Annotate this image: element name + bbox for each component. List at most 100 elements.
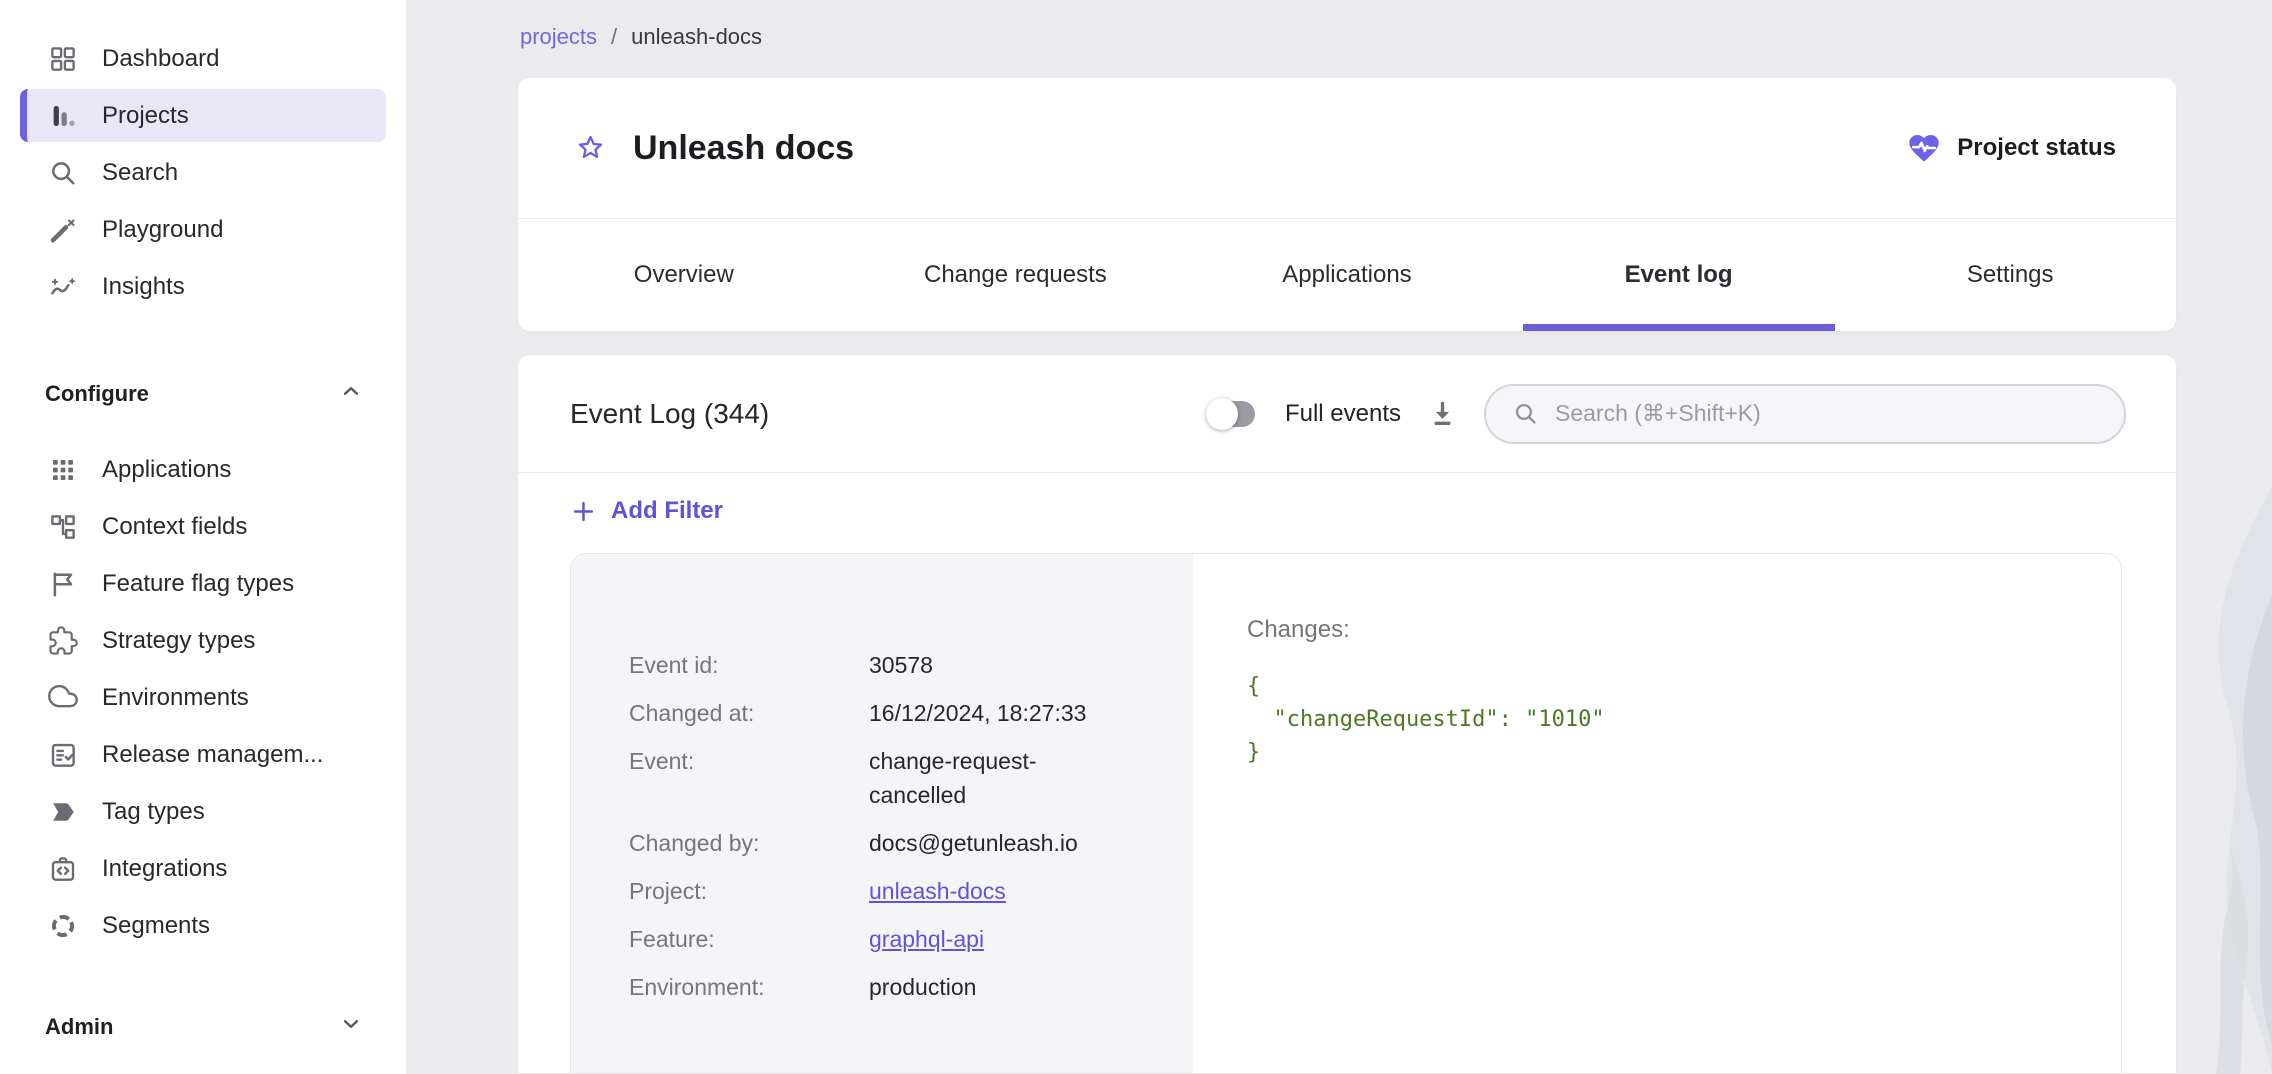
event-search-field[interactable] <box>1484 384 2126 444</box>
tab-label: Settings <box>1967 261 2054 289</box>
event-changes-panel: Changes: { "changeRequestId": "1010" } <box>1193 554 2121 1073</box>
event-log-controls: Full events <box>1209 384 2126 444</box>
sidebar-section-configure[interactable]: Configure <box>0 373 406 415</box>
field-value: production <box>869 970 1121 1004</box>
event-search-input[interactable] <box>1555 400 2098 427</box>
sidebar-item-search[interactable]: Search <box>0 144 406 201</box>
tab-label: Event log <box>1625 261 1733 289</box>
toggle-knob <box>1206 398 1238 430</box>
sidebar-item-strategy-types[interactable]: Strategy types <box>0 612 406 669</box>
sidebar-item-label: Environments <box>102 684 249 712</box>
wand-icon <box>48 215 78 245</box>
sidebar-item-label: Strategy types <box>102 627 255 655</box>
sidebar-item-environments[interactable]: Environments <box>0 669 406 726</box>
event-meta-panel: Event id: 30578 Changed at: 16/12/2024, … <box>571 554 1193 1073</box>
breadcrumb-current: unleash-docs <box>631 24 762 50</box>
app-root: Dashboard Projects Search Playground Ins <box>0 0 2272 1074</box>
projects-icon <box>48 101 78 131</box>
add-filter-button[interactable]: Add Filter <box>570 497 723 525</box>
tab-change-requests[interactable]: Change requests <box>850 219 1182 331</box>
event-field-row: Event id: 30578 <box>629 648 1153 682</box>
active-tab-indicator <box>1523 324 1835 331</box>
tag-icon <box>48 797 78 827</box>
dashboard-icon <box>48 44 78 74</box>
sidebar: Dashboard Projects Search Playground Ins <box>0 0 406 1074</box>
event-field-row: Project: unleash-docs <box>629 874 1153 908</box>
project-header-card: Unleash docs Project status Overview Cha… <box>518 78 2176 331</box>
page-title: Unleash docs <box>633 129 854 168</box>
tab-label: Overview <box>634 261 734 289</box>
sidebar-item-label: Search <box>102 159 178 187</box>
sidebar-item-segments[interactable]: Segments <box>0 897 406 954</box>
breadcrumb-separator: / <box>611 24 617 50</box>
tab-event-log[interactable]: Event log <box>1513 219 1845 331</box>
applications-grid-icon <box>48 455 78 485</box>
project-status-button[interactable]: Project status <box>1906 130 2116 166</box>
event-field-row: Changed by: docs@getunleash.io <box>629 826 1153 860</box>
integration-icon <box>48 854 78 884</box>
sidebar-item-context-fields[interactable]: Context fields <box>0 498 406 555</box>
tab-label: Change requests <box>924 261 1107 289</box>
field-label: Feature: <box>629 922 869 956</box>
sidebar-item-projects[interactable]: Projects <box>20 89 386 142</box>
favorite-star-icon[interactable] <box>574 132 607 165</box>
sidebar-item-applications[interactable]: Applications <box>0 441 406 498</box>
sidebar-item-label: Insights <box>102 273 185 301</box>
full-events-label: Full events <box>1285 400 1401 428</box>
section-label: Configure <box>45 381 149 407</box>
tab-overview[interactable]: Overview <box>518 219 850 331</box>
sidebar-item-playground[interactable]: Playground <box>0 201 406 258</box>
field-label: Changed at: <box>629 696 869 730</box>
changes-label: Changes: <box>1247 616 2121 644</box>
sidebar-item-release-management[interactable]: Release managem... <box>0 726 406 783</box>
sidebar-item-label: Projects <box>102 102 189 130</box>
sidebar-item-label: Playground <box>102 216 223 244</box>
cloud-icon <box>48 683 78 713</box>
sidebar-item-label: Tag types <box>102 798 205 826</box>
sidebar-item-label: Segments <box>102 912 210 940</box>
tab-label: Applications <box>1282 261 1411 289</box>
tab-applications[interactable]: Applications <box>1181 219 1513 331</box>
sidebar-item-label: Feature flag types <box>102 570 294 598</box>
checklist-icon <box>48 740 78 770</box>
event-field-row: Feature: graphql-api <box>629 922 1153 956</box>
project-status-label: Project status <box>1957 134 2116 162</box>
project-tabs: Overview Change requests Applications Ev… <box>518 218 2176 331</box>
add-filter-label: Add Filter <box>611 497 723 525</box>
event-field-row: Environment: production <box>629 970 1153 1004</box>
feature-link[interactable]: graphql-api <box>869 926 984 952</box>
event-detail-card: Event id: 30578 Changed at: 16/12/2024, … <box>570 553 2122 1073</box>
sidebar-item-label: Applications <box>102 456 231 484</box>
full-events-toggle[interactable] <box>1209 401 1255 427</box>
plus-icon <box>570 498 597 525</box>
download-icon[interactable] <box>1427 398 1458 429</box>
event-log-card: Event Log (344) Full events <box>518 355 2176 1073</box>
project-link[interactable]: unleash-docs <box>869 878 1006 904</box>
sidebar-item-feature-flag-types[interactable]: Feature flag types <box>0 555 406 612</box>
chevron-down-icon <box>338 1011 364 1043</box>
field-label: Changed by: <box>629 826 869 860</box>
event-field-row: Event: change-request-cancelled <box>629 744 1153 812</box>
puzzle-icon <box>48 626 78 656</box>
field-value: graphql-api <box>869 922 1121 956</box>
sidebar-item-dashboard[interactable]: Dashboard <box>0 30 406 87</box>
insights-icon <box>48 272 78 302</box>
field-value: 16/12/2024, 18:27:33 <box>869 696 1121 730</box>
chevron-up-icon <box>338 378 364 410</box>
sidebar-section-admin[interactable]: Admin <box>0 1006 406 1048</box>
event-field-row: Changed at: 16/12/2024, 18:27:33 <box>629 696 1153 730</box>
event-log-title: Event Log (344) <box>570 398 769 430</box>
search-icon <box>48 158 78 188</box>
field-value: change-request-cancelled <box>869 744 1121 812</box>
tab-settings[interactable]: Settings <box>1844 219 2176 331</box>
breadcrumb: projects / unleash-docs <box>518 22 2176 52</box>
field-value: docs@getunleash.io <box>869 826 1121 860</box>
sidebar-item-insights[interactable]: Insights <box>0 258 406 315</box>
changes-json: { "changeRequestId": "1010" } <box>1247 670 2121 769</box>
context-fields-icon <box>48 512 78 542</box>
sidebar-item-integrations[interactable]: Integrations <box>0 840 406 897</box>
sidebar-item-label: Release managem... <box>102 741 323 769</box>
heart-pulse-icon <box>1906 130 1942 166</box>
breadcrumb-projects-link[interactable]: projects <box>520 24 597 50</box>
sidebar-item-tag-types[interactable]: Tag types <box>0 783 406 840</box>
